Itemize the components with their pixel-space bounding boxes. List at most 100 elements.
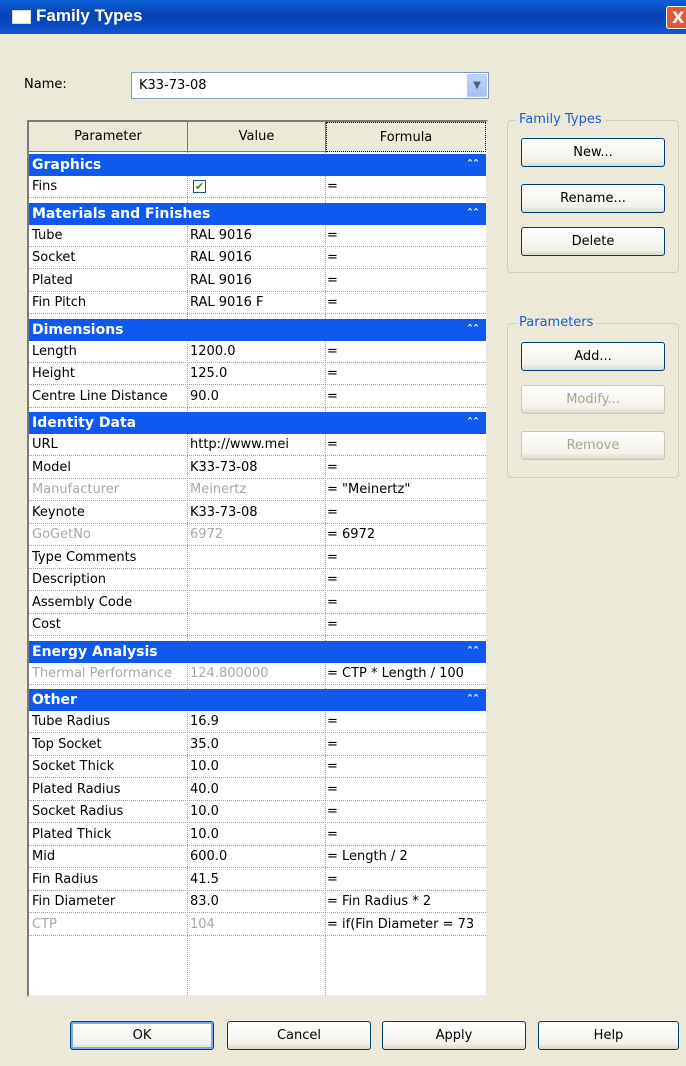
section-header[interactable]: Graphics ˆˆ [29, 154, 486, 176]
value-cell[interactable]: 41.5 [190, 869, 326, 890]
value-cell[interactable]: 1200.0 [190, 341, 326, 362]
value-cell[interactable]: RAL 9016 [190, 247, 326, 268]
formula-cell[interactable]: = [327, 341, 486, 362]
formula-cell[interactable]: = [327, 386, 486, 407]
table-row[interactable]: Mid 600.0 = Length / 2 [29, 846, 486, 868]
delete-button[interactable]: Delete [521, 227, 665, 256]
formula-cell[interactable]: = [327, 569, 486, 590]
table-row[interactable]: Socket RAL 9016 = [29, 247, 486, 269]
section-header[interactable]: Other ˆˆ [29, 689, 486, 711]
formula-cell[interactable]: = [327, 225, 486, 246]
formula-cell[interactable]: = [327, 801, 486, 822]
table-row[interactable]: Centre Line Distance 90.0 = [29, 386, 486, 408]
table-row[interactable]: Length 1200.0 = [29, 341, 486, 363]
value-cell[interactable] [190, 592, 326, 613]
formula-cell[interactable]: = [327, 824, 486, 845]
table-row[interactable]: Fin Radius 41.5 = [29, 869, 486, 891]
table-row[interactable]: Height 125.0 = [29, 363, 486, 385]
formula-cell[interactable]: = if(Fin Diameter = 73 [327, 914, 486, 935]
table-row[interactable]: Socket Thick 10.0 = [29, 756, 486, 778]
collapse-icon[interactable]: ˆˆ [467, 203, 479, 225]
value-cell[interactable]: 6972 [190, 524, 326, 545]
section-header[interactable]: Dimensions ˆˆ [29, 318, 486, 341]
table-row[interactable]: Plated RAL 9016 = [29, 270, 486, 292]
modify-button[interactable]: Modify... [521, 385, 665, 414]
formula-cell[interactable]: = [327, 547, 486, 568]
formula-cell[interactable]: = [327, 734, 486, 755]
value-cell[interactable]: 124.800000 [190, 663, 326, 684]
table-row[interactable]: Assembly Code = [29, 592, 486, 614]
formula-cell[interactable]: = [327, 502, 486, 523]
table-row[interactable]: Manufacturer Meinertz = "Meinertz" [29, 479, 486, 501]
table-row[interactable]: Model K33-73-08 = [29, 457, 486, 479]
table-row[interactable]: Keynote K33-73-08 = [29, 502, 486, 524]
collapse-icon[interactable]: ˆˆ [467, 689, 479, 711]
column-header-parameter[interactable]: Parameter [29, 122, 188, 152]
value-cell[interactable]: 10.0 [190, 756, 326, 777]
column-header-formula[interactable]: Formula [326, 122, 486, 152]
table-row[interactable]: URL http://www.mei = [29, 434, 486, 456]
formula-cell[interactable]: = Fin Radius * 2 [327, 891, 486, 912]
formula-cell[interactable]: = [327, 292, 486, 313]
value-cell[interactable]: 600.0 [190, 846, 326, 867]
table-row[interactable]: Tube RAL 9016 = [29, 225, 486, 247]
table-row[interactable]: Description = [29, 569, 486, 591]
formula-cell[interactable]: = [327, 756, 486, 777]
table-row[interactable]: Plated Radius 40.0 = [29, 779, 486, 801]
formula-cell[interactable]: = [327, 869, 486, 890]
value-cell[interactable]: K33-73-08 [190, 502, 326, 523]
table-row[interactable]: Cost = [29, 614, 486, 636]
name-dropdown[interactable]: K33-73-08 ▼ [131, 72, 489, 99]
formula-cell[interactable]: = "Meinertz" [327, 479, 486, 500]
checkbox-checked-icon[interactable]: ✔ [193, 180, 206, 193]
table-row[interactable]: Fin Pitch RAL 9016 F = [29, 292, 486, 314]
formula-cell[interactable]: = [327, 247, 486, 268]
table-row[interactable]: Plated Thick 10.0 = [29, 824, 486, 846]
value-cell[interactable]: RAL 9016 [190, 225, 326, 246]
formula-cell[interactable]: = [327, 614, 486, 635]
table-row[interactable]: Thermal Performance 124.800000 = CTP * Len… [29, 663, 486, 685]
section-header[interactable]: Energy Analysis ˆˆ [29, 640, 486, 663]
value-cell[interactable]: 104 [190, 914, 326, 935]
value-cell[interactable]: RAL 9016 F [190, 292, 326, 313]
close-button[interactable]: X [666, 6, 686, 29]
remove-button[interactable]: Remove [521, 431, 665, 460]
value-cell[interactable]: 10.0 [190, 824, 326, 845]
value-cell[interactable]: Meinertz [190, 479, 326, 500]
formula-cell[interactable]: = Length / 2 [327, 846, 486, 867]
value-cell[interactable]: 16.9 [190, 711, 326, 732]
formula-cell[interactable]: = [327, 592, 486, 613]
collapse-icon[interactable]: ˆˆ [467, 154, 479, 176]
value-cell[interactable]: 40.0 [190, 779, 326, 800]
table-row[interactable]: Type Comments = [29, 547, 486, 569]
collapse-icon[interactable]: ˆˆ [467, 641, 479, 663]
value-cell[interactable]: K33-73-08 [190, 457, 326, 478]
formula-cell[interactable]: = [327, 457, 486, 478]
section-header[interactable]: Identity Data ˆˆ [29, 412, 486, 434]
table-row[interactable]: Fins = ✔ [29, 176, 486, 198]
rename-button[interactable]: Rename... [521, 184, 665, 213]
formula-cell[interactable]: = [327, 363, 486, 384]
formula-cell[interactable]: = [327, 434, 486, 455]
collapse-icon[interactable]: ˆˆ [467, 412, 479, 434]
formula-cell[interactable]: = [327, 176, 486, 197]
value-cell[interactable]: RAL 9016 [190, 270, 326, 291]
chevron-down-icon[interactable]: ▼ [467, 74, 487, 97]
formula-cell[interactable]: = 6972 [327, 524, 486, 545]
value-cell[interactable]: 35.0 [190, 734, 326, 755]
value-cell[interactable] [190, 547, 326, 568]
collapse-icon[interactable]: ˆˆ [467, 319, 479, 341]
table-row[interactable]: Top Socket 35.0 = [29, 734, 486, 756]
value-cell[interactable]: 125.0 [190, 363, 326, 384]
add-button[interactable]: Add... [521, 342, 665, 371]
table-row[interactable]: Fin Diameter 83.0 = Fin Radius * 2 [29, 891, 486, 913]
value-cell[interactable] [190, 176, 326, 197]
formula-cell[interactable]: = CTP * Length / 100 [327, 663, 486, 684]
formula-cell[interactable]: = [327, 779, 486, 800]
value-cell[interactable]: 10.0 [190, 801, 326, 822]
table-row[interactable]: CTP 104 = if(Fin Diameter = 73 [29, 914, 486, 936]
value-cell[interactable] [190, 614, 326, 635]
value-cell[interactable]: http://www.mei [190, 434, 326, 455]
ok-button[interactable]: OK [70, 1021, 214, 1050]
column-header-value[interactable]: Value [188, 122, 326, 152]
